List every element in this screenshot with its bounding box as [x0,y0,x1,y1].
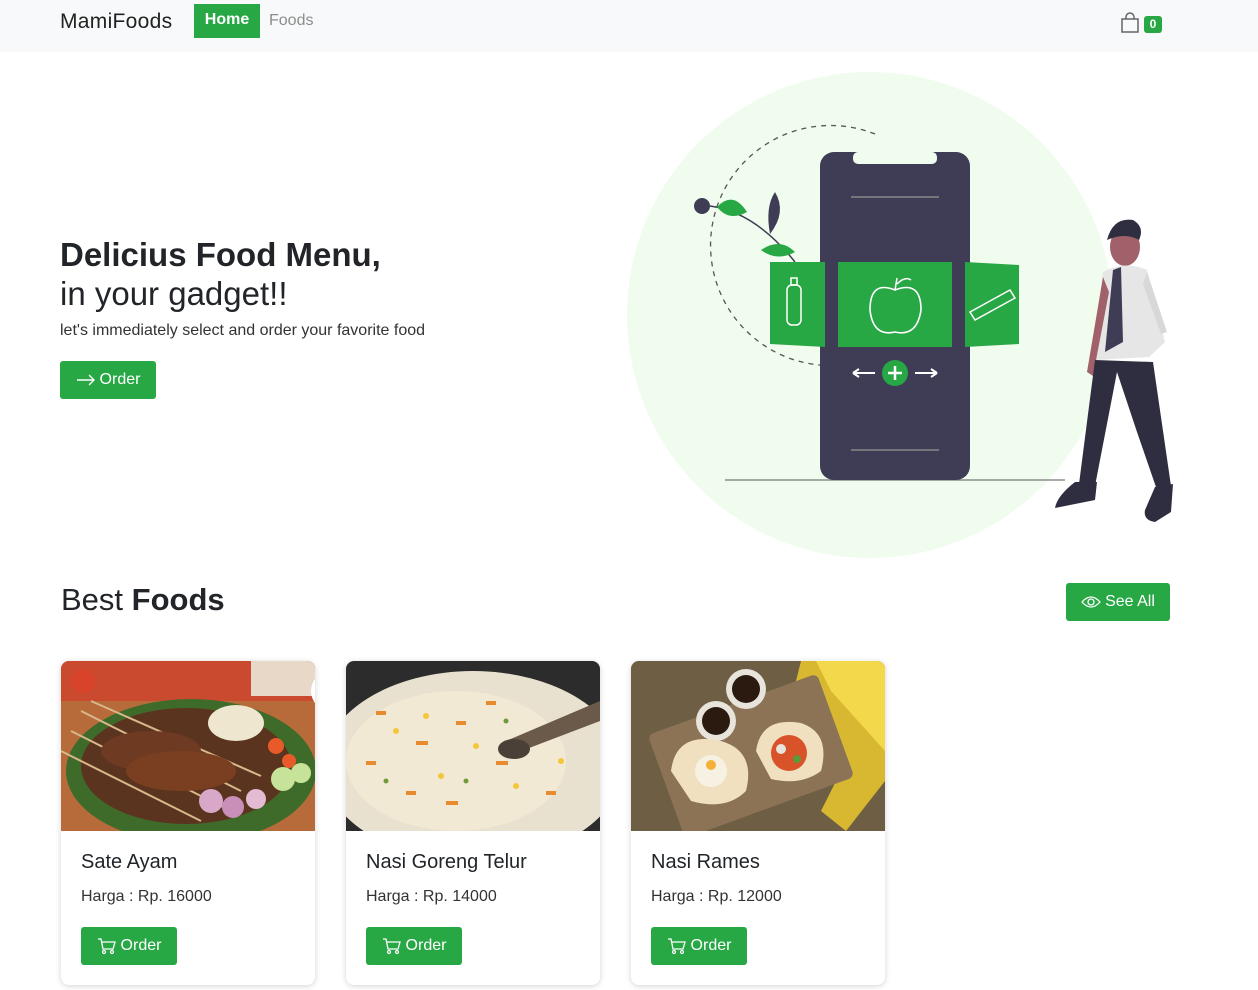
food-image-nasi-rames [631,661,885,831]
food-card-nasi-rames: Nasi Rames Harga : Rp. 12000 Order [631,661,885,985]
food-name: Sate Ayam [81,851,178,873]
food-price: Harga : Rp. 14000 [366,888,497,905]
food-image-sate-ayam [61,661,315,831]
nav-home-link[interactable]: Home [194,4,260,38]
food-price: Harga : Rp. 12000 [651,888,782,905]
food-image-nasi-goreng-telur [346,661,600,831]
food-order-button[interactable]: Order [366,927,462,965]
food-card-nasi-goreng-telur: Nasi Goreng Telur Harga : Rp. 14000 Orde… [346,661,600,985]
cart-icon [382,938,401,955]
food-order-button[interactable]: Order [651,927,747,965]
arrow-right-icon [76,374,95,386]
hero-title: Delicius Food Menu, [60,236,381,273]
brand-logo[interactable]: MamiFoods [60,10,172,34]
cart-icon [97,938,116,955]
food-card-sate-ayam: Sate Ayam Harga : Rp. 16000 Order [61,661,315,985]
food-price: Harga : Rp. 16000 [81,888,212,905]
eye-icon [1081,596,1101,608]
food-order-label: Order [690,937,732,954]
food-order-label: Order [405,937,447,954]
food-order-button[interactable]: Order [81,927,177,965]
cart-count-badge: 0 [1144,16,1162,33]
hero-description: let's immediately select and order your … [60,322,426,339]
hero-subtitle: in your gadget!! [60,275,288,312]
best-foods-title: Best Foods [61,582,225,618]
shopping-bag-icon [1121,12,1139,33]
hero-illustration [627,72,1173,558]
see-all-label: See All [1105,593,1155,610]
food-order-label: Order [120,937,162,954]
cart-icon [667,938,686,955]
best-foods-title-bold: Foods [131,582,225,617]
hero-order-label: Order [99,371,141,388]
nav-foods-link[interactable]: Foods [269,12,313,30]
cart-button[interactable]: 0 [1120,12,1164,36]
see-all-button[interactable]: See All [1066,583,1170,621]
navbar: MamiFoods Home Foods 0 [0,0,1258,52]
food-name: Nasi Goreng Telur [366,851,527,873]
best-foods-title-light: Best [61,582,132,617]
hero-order-button[interactable]: Order [60,361,156,399]
food-name: Nasi Rames [651,851,760,873]
